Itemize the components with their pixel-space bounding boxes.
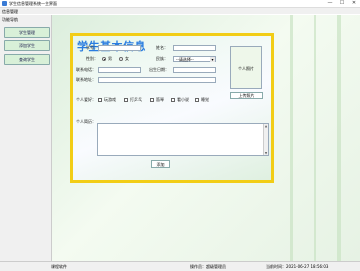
address-input[interactable] — [98, 77, 216, 83]
hobby-checkbox[interactable] — [195, 98, 199, 102]
main-area: 学生基本信息 学号： 姓名： 性别： 男 女 民族： --请选择-- ▾ 联系电… — [52, 15, 360, 261]
scroll-down-icon[interactable]: ▼ — [264, 151, 268, 155]
gender-label: 性别： — [86, 56, 98, 61]
hobby-label: 看小说 — [177, 97, 189, 102]
phone-input[interactable] — [98, 67, 141, 73]
query-student-button[interactable]: 查询学生 — [4, 54, 50, 65]
hobby-label: 笛琴 — [156, 97, 164, 102]
ethnicity-select[interactable]: --请选择-- ▾ — [173, 56, 216, 62]
app-icon — [2, 1, 7, 6]
maximize-icon[interactable]: ☐ — [337, 0, 347, 7]
hobby-label: 睡觉 — [201, 97, 209, 102]
gender-female-label: 女 — [125, 56, 129, 61]
name-label: 姓名： — [156, 45, 168, 50]
resume-scrollbar[interactable]: ▲ ▼ — [263, 124, 268, 155]
ethnicity-select-value: --请选择-- — [176, 57, 194, 62]
student-info-panel: 学生基本信息 学号： 姓名： 性别： 男 女 民族： --请选择-- ▾ 联系电… — [70, 33, 274, 183]
hobby-label: 玩游戏 — [104, 97, 116, 102]
gender-female-radio[interactable] — [119, 57, 123, 61]
address-label: 联系地址： — [76, 77, 96, 82]
title-bar: 学生信息管理系统—主界面 — ☐ ✕ — [0, 0, 360, 8]
bamboo-decoration — [314, 15, 316, 261]
window-title: 学生信息管理系统—主界面 — [9, 1, 57, 6]
upload-photo-button[interactable]: 上传照片 — [230, 92, 263, 99]
bamboo-decoration — [290, 15, 293, 261]
student-id-input[interactable] — [98, 45, 141, 51]
hobby-checkbox[interactable] — [150, 98, 154, 102]
menu-info-management[interactable]: 信息管理 — [2, 9, 18, 14]
scroll-up-icon[interactable]: ▲ — [264, 124, 268, 128]
add-student-button[interactable]: 添加学生 — [4, 40, 50, 51]
ethnicity-label: 民族： — [156, 56, 168, 61]
name-input[interactable] — [173, 45, 216, 51]
chevron-down-icon: ▾ — [210, 57, 215, 62]
minimize-icon[interactable]: — — [325, 0, 335, 7]
bamboo-decoration — [337, 15, 341, 261]
add-button[interactable]: 添加 — [151, 160, 170, 168]
hobby-checkbox[interactable] — [98, 98, 102, 102]
hobby-label: 打乒乓 — [130, 97, 142, 102]
hobby-checkbox[interactable] — [171, 98, 175, 102]
resume-label: 个人简历： — [76, 119, 96, 124]
gender-male-radio[interactable] — [102, 57, 106, 61]
close-icon[interactable]: ✕ — [349, 0, 359, 7]
phone-label: 联系电话： — [76, 67, 96, 72]
status-section: 课程软件 — [51, 264, 67, 269]
sidebar-title: 功能导航 — [2, 17, 18, 22]
hobbies-label: 个人爱好： — [76, 97, 96, 102]
gender-male-label: 男 — [108, 56, 112, 61]
photo-box: 个人照片 — [230, 46, 262, 89]
status-operator: 操作员：超级管理员 — [190, 264, 226, 269]
status-time: 当前时间：2021-06-27 18:56:03 — [266, 264, 329, 269]
resume-textarea[interactable]: ▲ ▼ — [97, 123, 269, 156]
birthdate-label: 出生日期： — [149, 67, 169, 72]
student-management-button[interactable]: 学生管理 — [4, 27, 50, 38]
birthdate-input[interactable] — [173, 67, 216, 73]
sidebar: 功能导航 学生管理 添加学生 查询学生 — [0, 15, 52, 261]
student-id-label: 学号： — [86, 45, 98, 50]
hobby-checkbox[interactable] — [124, 98, 128, 102]
menu-bar: 信息管理 — [0, 8, 360, 14]
